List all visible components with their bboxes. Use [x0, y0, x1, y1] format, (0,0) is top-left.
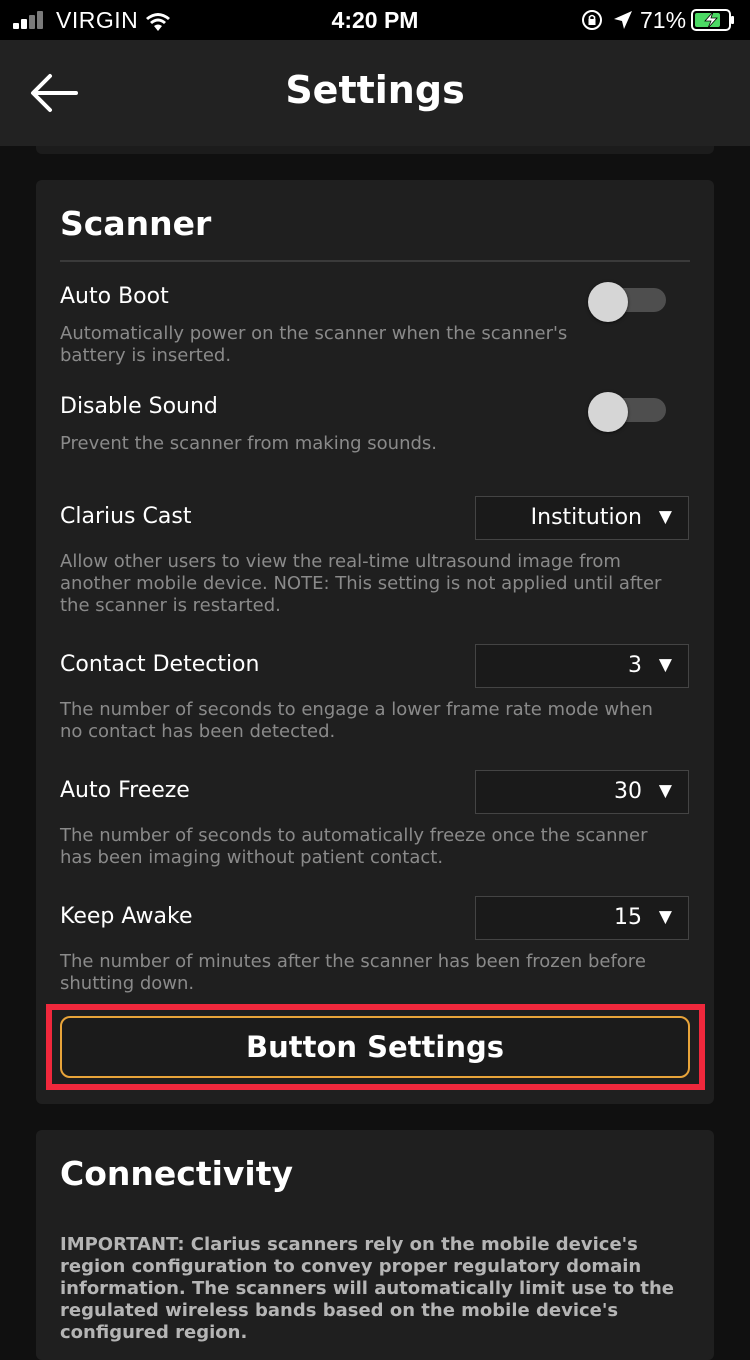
auto-freeze-description: The number of seconds to automatically f…: [60, 825, 648, 868]
chevron-down-icon: ▼: [658, 781, 672, 801]
button-settings-label: Button Settings: [245, 1030, 505, 1064]
auto-freeze-select[interactable]: 30 ▼: [475, 770, 689, 814]
disable-sound-toggle[interactable]: [588, 392, 666, 432]
auto-freeze-label: Auto Freeze: [60, 778, 190, 803]
clarius-cast-select[interactable]: Institution ▼: [475, 496, 689, 540]
chevron-down-icon: ▼: [658, 907, 672, 927]
disable-sound-label: Disable Sound: [60, 394, 218, 419]
scanner-card: Scanner Auto Boot Automatically power on…: [36, 180, 714, 1104]
clarius-cast-description: Allow other users to view the real-time …: [60, 551, 662, 616]
location-arrow-icon: [614, 11, 632, 29]
auto-boot-toggle-knob: [588, 282, 628, 322]
keep-awake-value: 15: [614, 905, 642, 930]
chevron-down-icon: ▼: [658, 655, 672, 675]
auto-boot-label: Auto Boot: [60, 284, 169, 309]
scanner-section-title: Scanner: [60, 204, 212, 243]
connectivity-card: Connectivity IMPORTANT: Clarius scanners…: [36, 1130, 714, 1360]
contact-detection-value: 3: [628, 653, 642, 678]
clarius-cast-value: Institution: [530, 505, 642, 530]
keep-awake-description: The number of minutes after the scanner …: [60, 951, 646, 994]
chevron-down-icon: ▼: [658, 507, 672, 527]
button-settings-button[interactable]: Button Settings: [60, 1016, 690, 1078]
status-bar: VIRGIN 4:20 PM 71%: [0, 0, 750, 40]
clarius-cast-label: Clarius Cast: [60, 504, 192, 529]
connectivity-important-text: IMPORTANT: Clarius scanners rely on the …: [60, 1234, 674, 1343]
contact-detection-label: Contact Detection: [60, 652, 260, 677]
contact-detection-select[interactable]: 3 ▼: [475, 644, 689, 688]
battery-charging-icon: [691, 9, 734, 31]
auto-boot-description: Automatically power on the scanner when …: [60, 323, 568, 366]
previous-card-edge: [36, 146, 714, 154]
auto-boot-toggle[interactable]: [588, 282, 666, 322]
connectivity-section-title: Connectivity: [60, 1154, 294, 1193]
page-title: Settings: [285, 68, 465, 112]
app-header: Settings: [0, 40, 750, 146]
keep-awake-label: Keep Awake: [60, 904, 193, 929]
keep-awake-select[interactable]: 15 ▼: [475, 896, 689, 940]
contact-detection-description: The number of seconds to engage a lower …: [60, 699, 653, 742]
disable-sound-toggle-knob: [588, 392, 628, 432]
rotation-lock-icon: [582, 10, 602, 30]
scanner-divider: [60, 260, 690, 262]
disable-sound-description: Prevent the scanner from making sounds.: [60, 433, 437, 454]
auto-freeze-value: 30: [614, 779, 642, 804]
battery-percent: 71%: [640, 7, 687, 33]
status-time: 4:20 PM: [331, 7, 419, 33]
